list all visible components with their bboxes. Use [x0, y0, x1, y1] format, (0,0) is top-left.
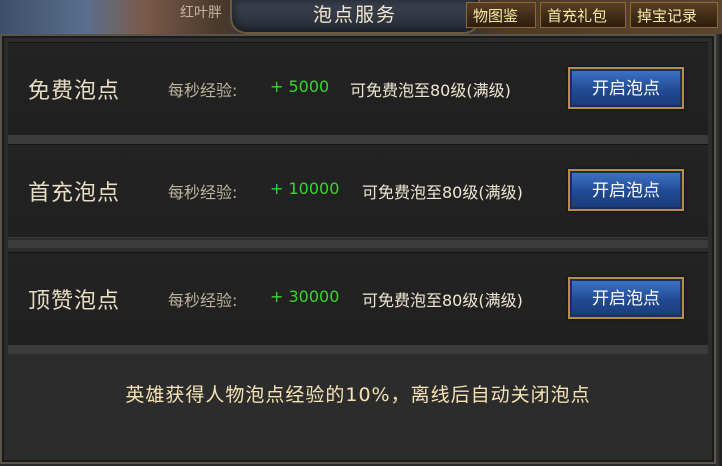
service-row-free: 免费泡点 每秒经验: + 5000 可免费泡至80级(满级) 开启泡点	[8, 42, 708, 136]
background-player-name: 红叶胖	[180, 5, 222, 21]
row-divider	[8, 240, 708, 248]
window-title: 泡点服务	[312, 4, 397, 26]
level-cap-text: 可免费泡至80级(满级)	[362, 291, 523, 310]
row-name: 免费泡点	[28, 79, 121, 104]
open-bubble-button-first-recharge[interactable]: 开启泡点	[568, 169, 684, 211]
exp-per-second-value: + 30000	[270, 287, 340, 306]
service-row-top-like: 顶赞泡点 每秒经验: + 30000 可免费泡至80级(满级) 开启泡点	[8, 252, 708, 346]
row-name: 顶赞泡点	[28, 289, 121, 314]
level-cap-text: 可免费泡至80级(满级)	[350, 81, 511, 100]
footer-note: 英雄获得人物泡点经验的10%，离线后自动关闭泡点	[125, 384, 591, 406]
exp-per-second-label: 每秒经验:	[168, 291, 238, 310]
tab-item-gallery[interactable]: 物图鉴	[466, 2, 536, 28]
open-bubble-button-free[interactable]: 开启泡点	[568, 67, 684, 109]
service-row-first-recharge: 首充泡点 每秒经验: + 10000 可免费泡至80级(满级) 开启泡点	[8, 144, 708, 238]
row-divider	[8, 136, 708, 144]
exp-per-second-label: 每秒经验:	[168, 183, 238, 202]
exp-per-second-value: + 10000	[270, 179, 340, 198]
panel-right-edge	[716, 34, 722, 466]
exp-per-second-value: + 5000	[270, 77, 330, 96]
tab-drop-record[interactable]: 掉宝记录	[630, 2, 718, 28]
level-cap-text: 可免费泡至80级(满级)	[362, 183, 523, 202]
tab-first-recharge-gift[interactable]: 首充礼包	[540, 2, 626, 28]
bubble-point-service-window: 红叶胖 泡点服务 物图鉴 首充礼包 掉宝记录 免费泡点 每秒经验: + 5000…	[0, 0, 722, 466]
row-divider	[8, 346, 708, 354]
exp-per-second-label: 每秒经验:	[168, 81, 238, 100]
row-name: 首充泡点	[28, 181, 121, 206]
open-bubble-button-top-like[interactable]: 开启泡点	[568, 277, 684, 319]
